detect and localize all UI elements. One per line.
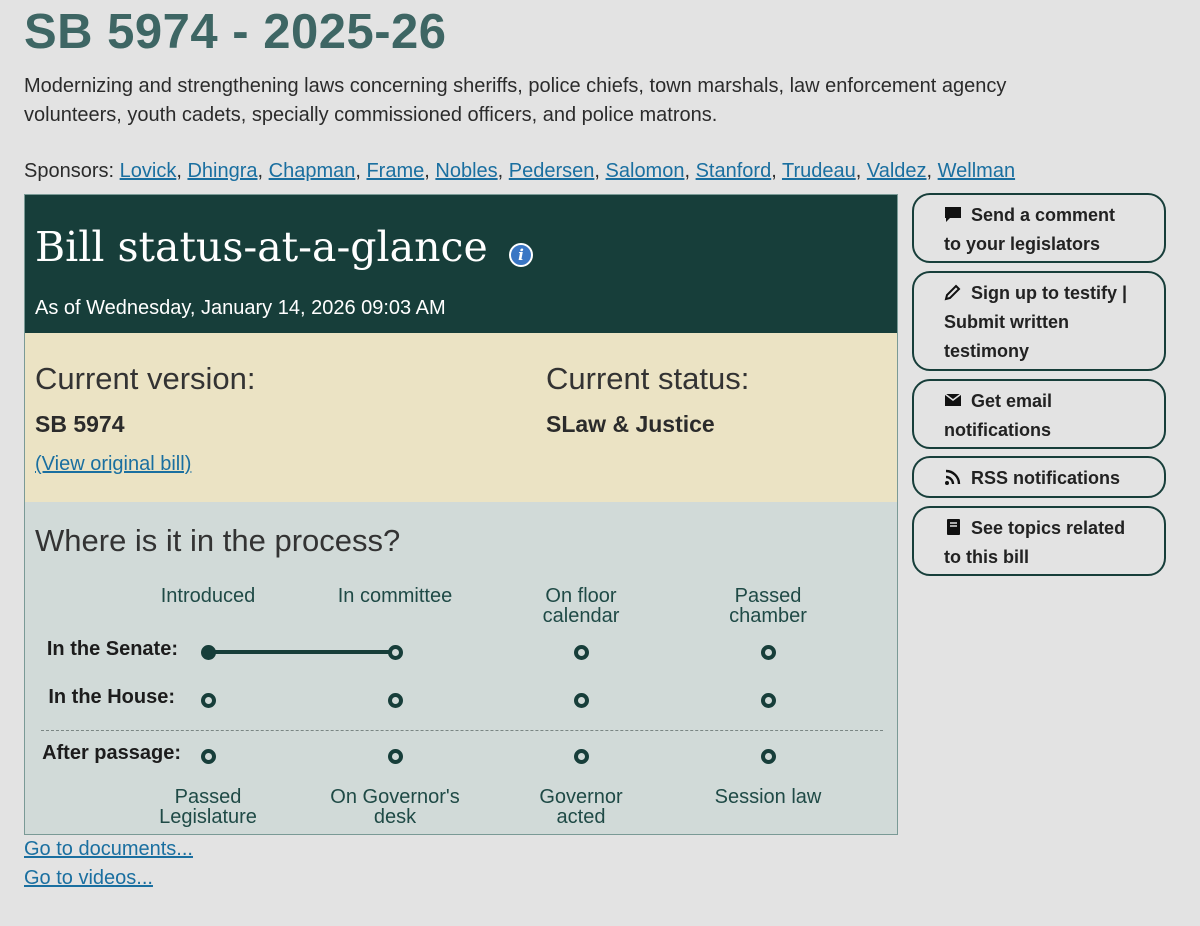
envelope-icon (944, 389, 962, 407)
current-version-value: SB 5974 (35, 411, 125, 437)
as-of-timestamp: As of Wednesday, January 14, 2026 09:03 … (35, 297, 446, 319)
process-heading: Where is it in the process? (35, 523, 401, 558)
current-version-label: Current version: (35, 361, 256, 396)
sponsor-separator: , (424, 160, 436, 182)
post-stage-label: On Governor's desk (330, 786, 460, 828)
stage-label: Passed chamber (729, 585, 807, 627)
action-button-book[interactable]: See topics related to this bill (912, 506, 1166, 576)
sponsor-link[interactable]: Wellman (938, 160, 1015, 182)
action-button-rss[interactable]: RSS notifications (912, 456, 1166, 498)
sponsor-link[interactable]: Dhingra (187, 160, 257, 182)
status-panel-header: Bill status-at-a-glance i As of Wednesda… (25, 195, 897, 333)
stage-dot (760, 692, 776, 708)
stage-dot (573, 748, 589, 764)
bill-status-panel: Bill status-at-a-glance i As of Wednesda… (24, 194, 898, 835)
info-icon[interactable]: i (509, 243, 533, 267)
stage-dot (387, 644, 403, 660)
sponsor-link[interactable]: Stanford (696, 160, 772, 182)
go-to-documents-link[interactable]: Go to documents... (24, 838, 193, 861)
divider (41, 730, 883, 731)
comment-icon (944, 203, 962, 222)
post-stage-label: Session law (714, 786, 822, 808)
sponsor-separator: , (497, 160, 509, 182)
action-button-pencil[interactable]: Sign up to testify | Submit written testim… (912, 271, 1166, 371)
view-original-bill-link[interactable]: (View original bill) (35, 453, 191, 476)
action-button-envelope[interactable]: Get email notifications (912, 379, 1166, 449)
bill-title: SB 5974 - 2025-26 (24, 5, 447, 59)
bill-description: Modernizing and strengthening laws conce… (24, 75, 1007, 126)
stage-label: In committee (337, 585, 453, 607)
sponsors-label: Sponsors: (24, 160, 115, 182)
stage-dot (387, 692, 403, 708)
sponsor-list: Lovick, Dhingra, Chapman, Frame, Nobles,… (120, 160, 1015, 182)
sponsors-line: Sponsors: Lovick, Dhingra, Chapman, Fram… (24, 160, 1015, 183)
current-status-label: Current status: (546, 361, 750, 396)
sponsor-separator: , (855, 160, 867, 182)
sponsor-separator: , (594, 160, 606, 182)
stage-label: On floor calendar (542, 585, 620, 627)
post-stage-label: Governor acted (539, 786, 623, 828)
stage-dot (200, 692, 216, 708)
sponsor-link[interactable]: Nobles (435, 160, 497, 182)
sponsor-separator: , (176, 160, 188, 182)
sponsor-separator: , (257, 160, 269, 182)
sponsor-link[interactable]: Valdez (867, 160, 927, 182)
sponsor-link[interactable]: Trudeau (782, 160, 856, 182)
sponsor-separator: , (926, 160, 938, 182)
sponsor-link[interactable]: Salomon (606, 160, 685, 182)
book-icon (944, 516, 962, 535)
sponsor-link[interactable]: Chapman (269, 160, 356, 182)
sponsor-separator: , (771, 160, 782, 182)
row-label: After passage: (42, 742, 181, 764)
row-label: In the Senate: (46, 638, 178, 660)
sponsor-separator: , (684, 160, 696, 182)
progress-line (208, 650, 395, 654)
sponsor-separator: , (355, 160, 367, 182)
version-status-box: Current version: SB 5974 (View original … (25, 333, 897, 502)
stage-dot (573, 644, 589, 660)
action-button-comment[interactable]: Send a comment to your legislators (912, 193, 1166, 263)
post-stage-label: Passed Legislature (159, 786, 257, 828)
sponsor-link[interactable]: Pedersen (509, 160, 595, 182)
status-heading: Bill status-at-a-glance (35, 223, 488, 271)
stage-dot (760, 644, 776, 660)
row-label: In the House: (48, 686, 175, 708)
stage-label: Introduced (160, 585, 256, 607)
stage-dot (573, 692, 589, 708)
pencil-icon (944, 281, 962, 301)
stage-dot (200, 748, 216, 764)
current-status-value: SLaw & Justice (546, 411, 715, 437)
go-to-videos-link[interactable]: Go to videos... (24, 867, 153, 890)
stage-dot (200, 644, 216, 660)
sponsor-link[interactable]: Frame (366, 160, 424, 182)
rss-icon (944, 466, 962, 485)
stage-dot (387, 748, 403, 764)
sponsor-link[interactable]: Lovick (120, 160, 177, 182)
stage-dot (760, 748, 776, 764)
